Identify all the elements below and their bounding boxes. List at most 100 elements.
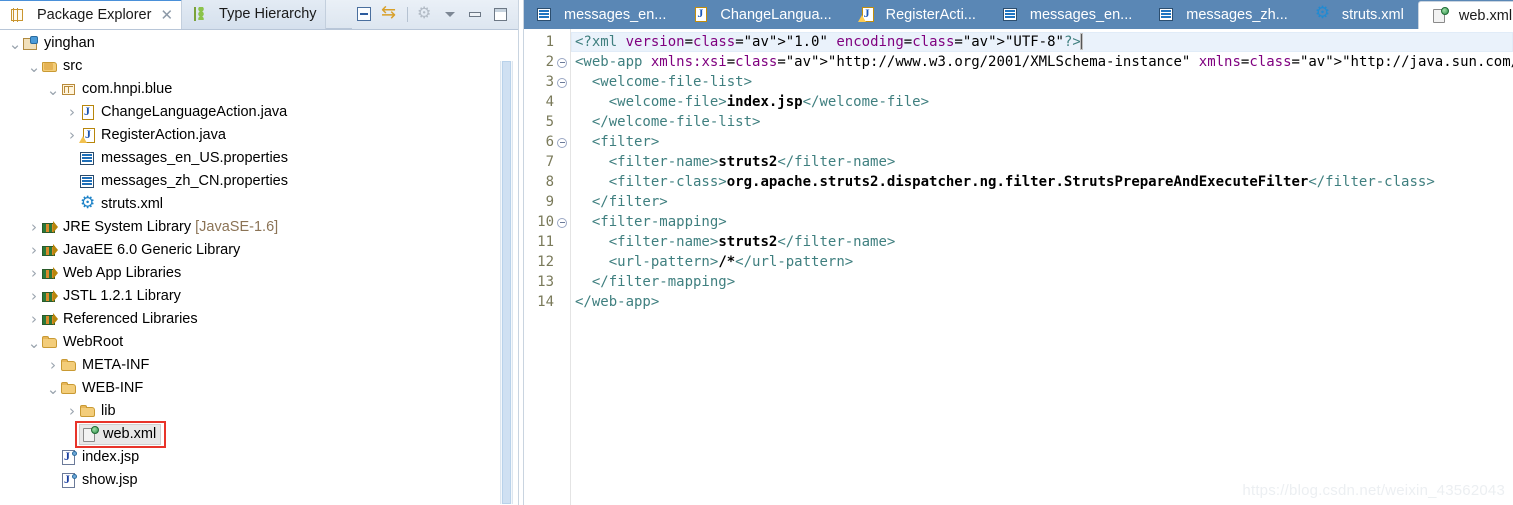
library-icon — [41, 265, 59, 282]
tree-row-label: WebRoot — [63, 334, 124, 351]
tree-row[interactable]: ⌄ com.hnpi.blue — [0, 78, 518, 101]
tree-row-selected[interactable]: web.xml — [79, 424, 162, 445]
tree-row[interactable]: messages_zh_CN.properties — [0, 170, 518, 193]
library-icon — [41, 242, 59, 259]
folder-icon — [79, 403, 97, 420]
tree-row[interactable]: messages_en_US.properties — [0, 147, 518, 170]
chevron-right-icon[interactable]: › — [27, 266, 41, 281]
editor-tab-messagesen[interactable]: messages_en... — [990, 0, 1146, 29]
chevron-down-icon[interactable]: ⌄ — [46, 381, 60, 396]
folder-icon — [60, 357, 78, 374]
line-number-row: 10 — [524, 212, 570, 232]
tree-row[interactable]: struts.xml — [0, 193, 518, 216]
tree-row[interactable]: › ChangeLanguageAction.java — [0, 101, 518, 124]
line-number: 4 — [545, 94, 554, 110]
code-content[interactable]: <?xml version=class="av">"1.0" encoding=… — [571, 29, 1513, 505]
code-line[interactable]: <filter> — [571, 132, 1513, 152]
tree-row[interactable]: ⌄ WebRoot — [0, 331, 518, 354]
link-with-editor-icon[interactable] — [381, 2, 398, 23]
vertical-scrollbar[interactable] — [500, 61, 513, 504]
code-line[interactable]: <filter-mapping> — [571, 212, 1513, 232]
tree-row-content: com.hnpi.blue — [60, 81, 172, 98]
chevron-right-icon[interactable]: › — [27, 312, 41, 327]
maximize-icon[interactable] — [492, 6, 509, 23]
tree-row[interactable]: › Referenced Libraries — [0, 308, 518, 331]
chevron-down-icon[interactable]: ⌄ — [27, 59, 41, 74]
code-line[interactable]: <web-app xmlns:xsi=class="av">"http://ww… — [571, 52, 1513, 72]
code-line[interactable]: </welcome-file-list> — [571, 112, 1513, 132]
fold-collapse-icon[interactable] — [556, 136, 569, 149]
web-xml-icon — [81, 426, 99, 443]
web-xml-icon — [1431, 7, 1449, 24]
chevron-right-icon[interactable]: › — [27, 243, 41, 258]
tree-row[interactable]: › JRE System Library [JavaSE-1.6] — [0, 216, 518, 239]
code-line[interactable]: <url-pattern>/*</url-pattern> — [571, 252, 1513, 272]
chevron-right-icon[interactable]: › — [65, 105, 79, 120]
close-icon[interactable]: ✕ — [160, 7, 173, 23]
minimize-icon[interactable] — [467, 6, 484, 23]
tree-row-label: src — [63, 58, 83, 75]
editor-tab-webxml[interactable]: web.xml✕ — [1417, 1, 1513, 29]
code-line[interactable]: <?xml version=class="av">"1.0" encoding=… — [571, 32, 1513, 52]
tree-row[interactable]: › META-INF — [0, 354, 518, 377]
tree-row[interactable]: › JSTL 1.2.1 Library — [0, 285, 518, 308]
tree-row[interactable]: index.jsp — [0, 446, 518, 469]
code-line[interactable]: <welcome-file-list> — [571, 72, 1513, 92]
line-number-row: 4 — [524, 92, 570, 112]
editor-tab-changelangua[interactable]: ChangeLangua... — [680, 0, 845, 29]
view-menu-icon[interactable] — [417, 3, 434, 23]
library-icon — [41, 219, 59, 236]
chevron-right-icon[interactable]: › — [65, 128, 79, 143]
xml-config-icon — [79, 193, 97, 213]
fold-collapse-icon[interactable] — [556, 56, 569, 69]
tree-row-label: META-INF — [82, 357, 150, 374]
fold-collapse-icon[interactable] — [556, 216, 569, 229]
chevron-down-icon[interactable]: ⌄ — [27, 335, 41, 350]
code-line[interactable]: <welcome-file>index.jsp</welcome-file> — [571, 92, 1513, 112]
view-dropdown-chevron-down-icon[interactable] — [442, 6, 459, 23]
chevron-right-icon[interactable]: › — [46, 358, 60, 373]
view-tab-type-hierarchy[interactable]: Type Hierarchy — [182, 0, 326, 29]
fold-collapse-icon[interactable] — [556, 76, 569, 89]
editor-tab-registeracti[interactable]: RegisterActi... — [846, 0, 990, 29]
line-number-row: 6 — [524, 132, 570, 152]
chevron-right-icon[interactable]: › — [27, 220, 41, 235]
editor-tab-messagesen[interactable]: messages_en... — [524, 0, 680, 29]
tree-row-content: Referenced Libraries — [41, 311, 198, 328]
collapse-all-icon[interactable] — [356, 6, 373, 23]
code-line[interactable]: <filter-class>org.apache.struts2.dispatc… — [571, 172, 1513, 192]
tree-row[interactable]: › RegisterAction.java — [0, 124, 518, 147]
code-line[interactable]: </web-app> — [571, 292, 1513, 312]
scrollbar-thumb[interactable] — [502, 61, 511, 504]
tree-row[interactable]: web.xml — [0, 423, 518, 446]
view-tab-bar: Package Explorer ✕ Type Hierarchy — [0, 0, 518, 30]
tree-row-label: Referenced Libraries — [63, 311, 198, 328]
code-line[interactable]: </filter> — [571, 192, 1513, 212]
line-number: 9 — [545, 194, 554, 210]
project-tree[interactable]: ⌄yinghan⌄src⌄com.hnpi.blue›ChangeLanguag… — [0, 30, 518, 505]
chevron-right-icon[interactable]: › — [27, 289, 41, 304]
tree-row-content: META-INF — [60, 357, 149, 374]
tree-row[interactable]: › lib — [0, 400, 518, 423]
tree-row-label: struts.xml — [101, 196, 164, 213]
code-line[interactable]: <filter-name>struts2</filter-name> — [571, 152, 1513, 172]
editor-tab-strutsxml[interactable]: struts.xml — [1302, 0, 1418, 29]
tree-row[interactable]: ⌄ WEB-INF — [0, 377, 518, 400]
tree-row[interactable]: › Web App Libraries — [0, 262, 518, 285]
tree-row[interactable]: ⌄ src — [0, 55, 518, 78]
editor-tab-messageszh[interactable]: messages_zh... — [1146, 0, 1302, 29]
tree-row-content: yinghan — [22, 35, 95, 52]
code-line[interactable]: </filter-mapping> — [571, 272, 1513, 292]
chevron-down-icon[interactable]: ⌄ — [8, 36, 22, 51]
tree-row[interactable]: › JavaEE 6.0 Generic Library — [0, 239, 518, 262]
view-tab-package-explorer[interactable]: Package Explorer ✕ — [0, 0, 183, 29]
code-line[interactable]: <filter-name>struts2</filter-name> — [571, 232, 1513, 252]
chevron-down-icon[interactable]: ⌄ — [46, 82, 60, 97]
editor-body[interactable]: 1 2 3 4 5 6 7 8 9 10 11 12 13 14 <?xml version=class=… — [524, 29, 1513, 505]
tree-row[interactable]: show.jsp — [0, 469, 518, 492]
tree-row-label: web.xml — [103, 426, 157, 443]
tree-row[interactable]: ⌄ yinghan — [0, 32, 518, 55]
editor-tab-label: struts.xml — [1341, 6, 1404, 23]
chevron-right-icon[interactable]: › — [65, 404, 79, 419]
